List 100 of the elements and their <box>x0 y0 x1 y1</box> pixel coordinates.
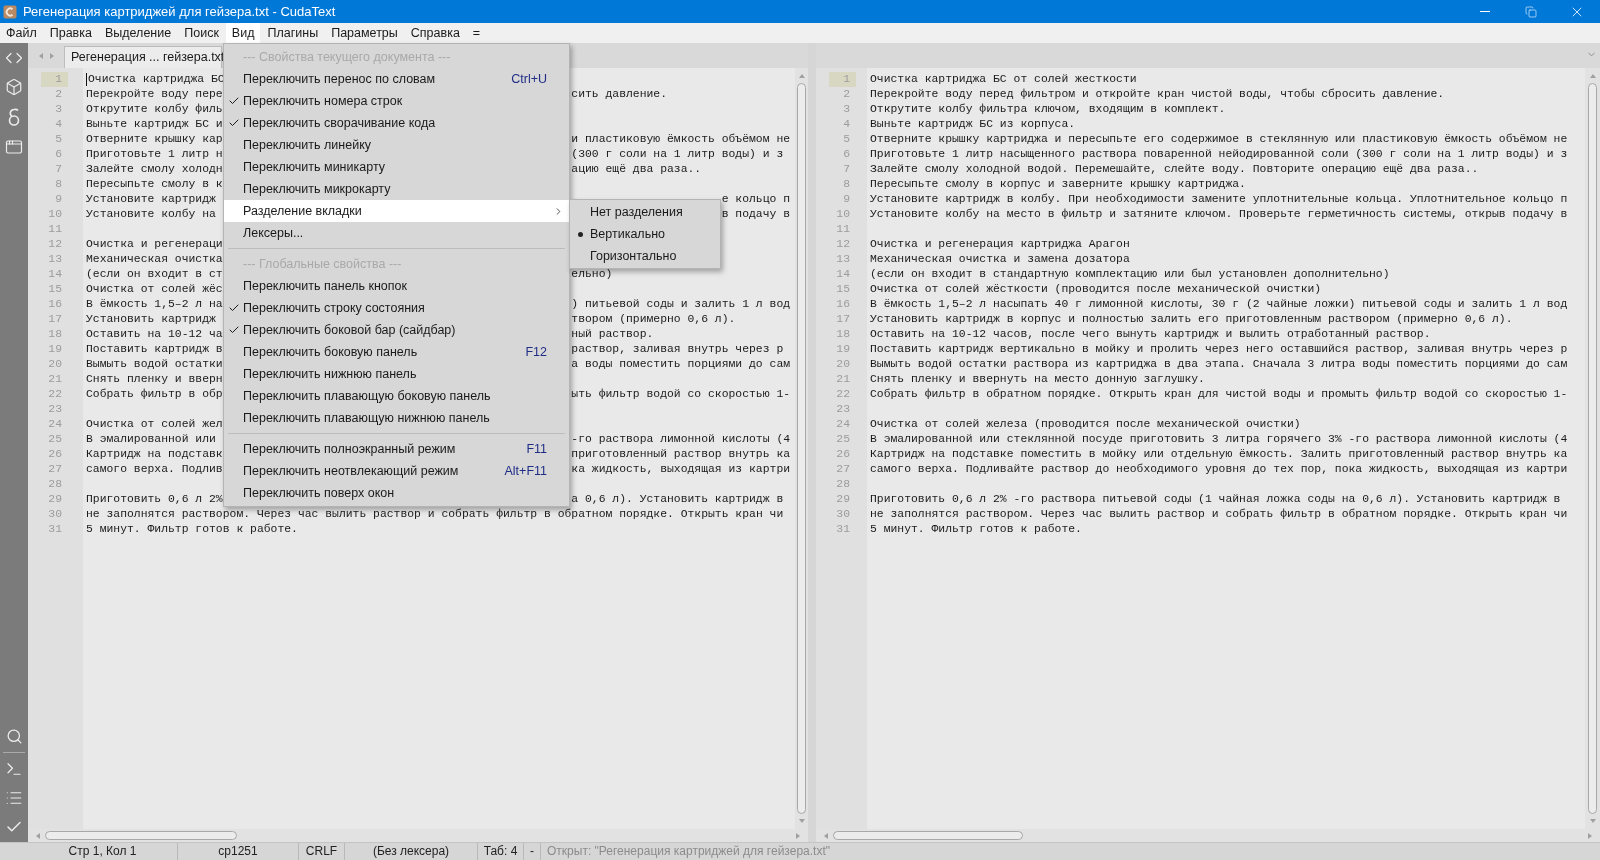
menu-item[interactable]: Переключить номера строк <box>224 90 569 112</box>
menu-item[interactable]: Переключить боковую панель F12 <box>224 341 569 363</box>
menu-item[interactable]: Переключить сворачивание кода <box>224 112 569 134</box>
line-number: 3 <box>54 102 63 117</box>
menu-item[interactable]: Переключить микрокарту <box>224 178 569 200</box>
menu-bar-item[interactable]: Параметры <box>325 23 404 43</box>
cube-icon[interactable] <box>5 78 23 96</box>
scroll-left-arrow-icon[interactable] <box>822 831 830 840</box>
list-icon[interactable] <box>5 789 23 807</box>
terminal-icon[interactable] <box>5 760 23 778</box>
status-message: Открыт: "Регенерация картриджей для гейзера.txt" <box>546 843 830 860</box>
code-text: не заполнятся раствором. Через час вылить раствор и собрать фильтр в обратном порядке. Открыть кран чи <box>870 507 1568 522</box>
code-text: и пластиковую ёмкость объёмом не <box>571 132 791 147</box>
code-text: Отверните крышку кар <box>86 132 223 147</box>
scroll-down-arrow-icon[interactable] <box>1588 817 1597 825</box>
menu-bar-item[interactable]: Правка <box>43 23 98 43</box>
scrollbar-thumb[interactable] <box>797 83 806 814</box>
line-number: 22 <box>47 387 63 402</box>
scrollbar-thumb[interactable] <box>833 831 1023 840</box>
code-text: Оставить на 10-12 ча <box>86 327 223 342</box>
scrollbar-thumb[interactable] <box>45 831 237 840</box>
line-number: 5 <box>54 132 63 147</box>
menu-bar-item[interactable]: Справка <box>404 23 466 43</box>
search-icon[interactable] <box>5 728 23 745</box>
code-text: Поставить картридж вертикально в мойку и пролить через него оставшийся раствор, заливая внутрь через р <box>870 342 1568 357</box>
window-icon[interactable] <box>5 138 23 156</box>
menu-bar-item[interactable]: Вид <box>225 23 261 43</box>
code-text: самого верха. Подлив <box>86 462 223 477</box>
menu-item[interactable]: Переключить линейку <box>224 134 569 156</box>
menu-bar-item[interactable]: Выделение <box>98 23 178 43</box>
line-number: 28 <box>835 477 851 492</box>
app-icon <box>3 4 17 19</box>
restore-icon <box>1525 5 1537 18</box>
menu-item[interactable]: Переключить миникарту <box>224 156 569 178</box>
menu-item[interactable]: Переключить поверх окон <box>224 482 569 504</box>
scroll-right-arrow-icon[interactable] <box>1586 831 1594 840</box>
menu-item[interactable]: Вертикально <box>570 223 720 245</box>
status-field: (Без лексера) <box>345 843 478 860</box>
line-number: 14 <box>47 267 63 282</box>
menu-item[interactable]: Переключить плавающую нижнюю панель <box>224 407 569 429</box>
menu-item[interactable]: Переключить строку состояния <box>224 297 569 319</box>
menu-item[interactable]: Лексеры... <box>224 222 569 244</box>
line-number: 29 <box>47 492 63 507</box>
menu-item[interactable]: Переключить нижнюю панель <box>224 363 569 385</box>
menu-bar-item[interactable]: Поиск <box>178 23 225 43</box>
code-text: в подачу в <box>721 207 791 222</box>
shortcut-label: Alt+F11 <box>504 464 547 478</box>
menu-item[interactable]: Переключить перенос по словам Ctrl+U <box>224 68 569 90</box>
delta-icon[interactable] <box>7 107 21 127</box>
editor-tab[interactable]: Регенерация ... гейзера.txt <box>64 46 222 68</box>
code-text: Приготовьте 1 литр насыщенного раствора поваренной нейодированной соли (300 г соли на 1 литр воды) и з <box>870 147 1568 162</box>
menu-item[interactable]: Горизонтально <box>570 245 720 267</box>
scrollbar-thumb[interactable] <box>1588 83 1597 814</box>
code-text: твором (примерно 0,6 л). <box>571 312 737 327</box>
menu-item[interactable]: Нет разделения <box>570 201 720 223</box>
line-number: 8 <box>842 177 851 192</box>
menu-bar-item[interactable]: = <box>466 23 487 43</box>
line-number: 31 <box>47 522 63 537</box>
code-text: В эмалированной или стеклянной посуде приготовить 3 литра горячего 3% -го раствора лимонной кислоты (4 <box>870 432 1568 447</box>
menu-item[interactable]: Разделение вкладки <box>224 200 569 222</box>
code-text: Вымыть водой остатки <box>86 357 223 372</box>
horizontal-scrollbar[interactable] <box>28 829 808 842</box>
code-text: не заполнятся раствором. Через час вылить раствор и собрать фильтр в обратном порядке. Открыть кран чи <box>86 507 784 522</box>
code-text: Вымыть водой остатки раствора из картриджа в два этапа. Сначала 3 литра воды поместить порциями до сам <box>870 357 1568 372</box>
menu-item[interactable]: Переключить полноэкранный режим F11 <box>224 438 569 460</box>
line-number: 2 <box>54 87 63 102</box>
status-field: Стр 1, Кол 1 <box>28 843 178 860</box>
vertical-scrollbar[interactable] <box>1585 68 1600 829</box>
code-text: В эмалированной или <box>86 432 216 447</box>
scroll-down-arrow-icon[interactable] <box>797 817 806 825</box>
menu-item[interactable]: Переключить плавающую боковую панель <box>224 385 569 407</box>
menu-bar-item[interactable]: Плагины <box>261 23 325 43</box>
horizontal-scrollbar[interactable] <box>816 829 1600 842</box>
line-number: 12 <box>835 237 851 252</box>
line-number: 21 <box>835 372 851 387</box>
scroll-right-arrow-icon[interactable] <box>794 831 802 840</box>
menu-bar-item[interactable]: Файл <box>0 23 43 43</box>
code-text: ный раствор. <box>571 327 655 342</box>
line-number: 9 <box>842 192 851 207</box>
code-text: Приготовить 0,6 л 2% <box>86 492 223 507</box>
code-text: (300 г соли на 1 литр воды) и з <box>571 147 785 162</box>
shortcut-label: F11 <box>526 442 547 456</box>
status-field: cp1251 <box>178 843 299 860</box>
line-number: 16 <box>47 297 63 312</box>
code-text: Выньте картридж БС из корпуса. <box>870 117 1076 132</box>
line-number: 24 <box>835 417 851 432</box>
menu-item[interactable]: Переключить боковой бар (сайдбар) <box>224 319 569 341</box>
scroll-up-arrow-icon[interactable] <box>1588 72 1597 80</box>
line-number: 11 <box>835 222 851 237</box>
code-text: Установите картридж в колбу. При необходимости замените уплотнительные кольца. Уплотнительное кольцо п <box>870 192 1568 207</box>
tab-right-arrow-icon[interactable] <box>47 51 56 60</box>
line-number: 14 <box>835 267 851 282</box>
scroll-up-arrow-icon[interactable] <box>797 72 806 80</box>
line-number: 18 <box>835 327 851 342</box>
menu-item[interactable]: Переключить неотвлекающий режим Alt+F11 <box>224 460 569 482</box>
pane-splitter[interactable] <box>808 43 816 842</box>
vertical-scrollbar[interactable] <box>795 68 808 829</box>
code-text: Очистка от солей жел <box>86 417 223 432</box>
scroll-left-arrow-icon[interactable] <box>34 831 42 840</box>
menu-item[interactable]: Переключить панель кнопок <box>224 275 569 297</box>
